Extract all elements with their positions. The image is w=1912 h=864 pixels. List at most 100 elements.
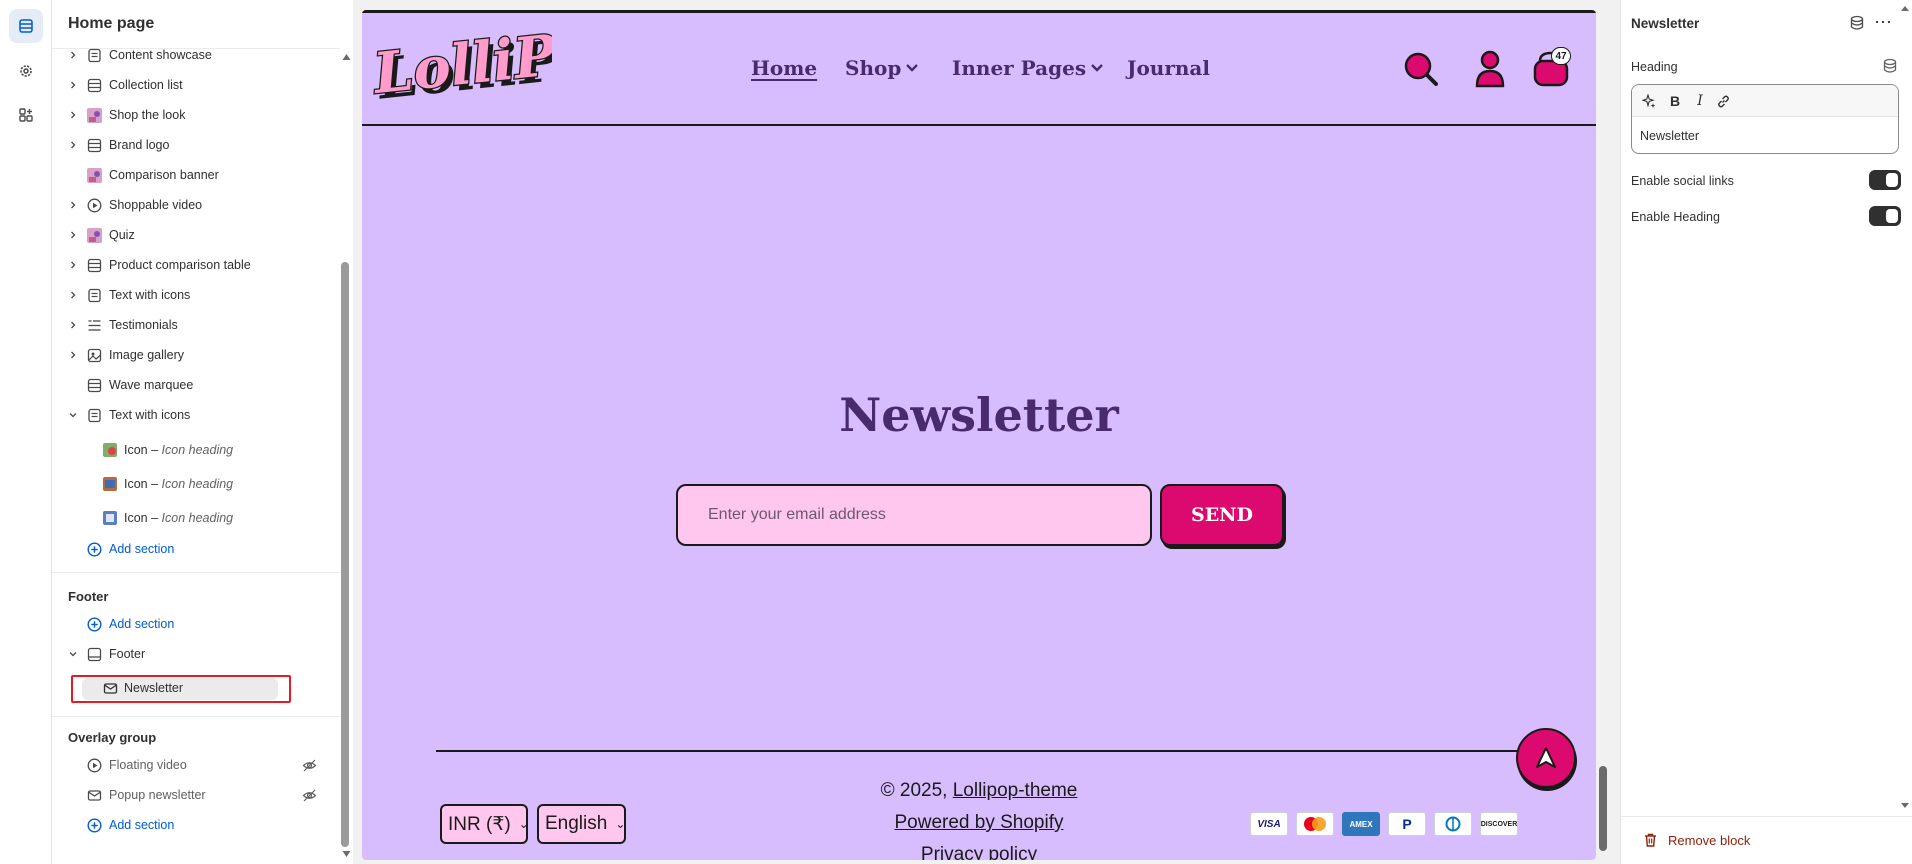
chevron-right-icon[interactable] bbox=[68, 260, 78, 270]
sidebar-section-row[interactable]: Comparison banner bbox=[52, 162, 340, 188]
chevron-right-icon[interactable] bbox=[68, 50, 78, 60]
chevron-right-icon[interactable] bbox=[68, 200, 78, 210]
store-preview: LolliPop LolliPop Home Shop Inner Pages … bbox=[362, 10, 1596, 860]
database-icon[interactable] bbox=[1850, 15, 1864, 36]
preview-canvas: LolliPop LolliPop Home Shop Inner Pages … bbox=[362, 10, 1596, 860]
remove-block-label: Remove block bbox=[1668, 832, 1751, 848]
overlay-item-popup-newsletter[interactable]: Popup newsletter bbox=[52, 782, 340, 808]
play-icon bbox=[86, 197, 102, 213]
sidebar-section-row[interactable]: Collection list bbox=[52, 72, 340, 98]
footer-section-row[interactable]: Footer bbox=[52, 641, 340, 667]
email-input[interactable] bbox=[676, 484, 1152, 546]
send-button[interactable]: SEND bbox=[1160, 484, 1284, 546]
sections-sidebar: Home page Content showcase Collection lis… bbox=[52, 0, 353, 864]
trash-icon bbox=[1645, 833, 1656, 847]
footer-icon bbox=[86, 646, 102, 662]
panel-title: Newsletter bbox=[1631, 16, 1700, 31]
sidebar-section-row[interactable]: Wave marquee bbox=[52, 372, 340, 398]
sidebar-section-row[interactable]: Brand logo bbox=[52, 132, 340, 158]
chevron-down-icon[interactable] bbox=[68, 649, 78, 659]
sidebar-section-label: Product comparison table bbox=[109, 258, 251, 272]
grid-icon bbox=[86, 377, 102, 393]
paypal-payment-icon: P bbox=[1388, 812, 1426, 836]
preview-scrollbar-thumb[interactable] bbox=[1599, 766, 1607, 851]
divider bbox=[52, 572, 340, 573]
block-settings-panel: Newsletter ⋯ Heading B I Newsletter Enab… bbox=[1620, 0, 1912, 864]
eye-hidden-icon[interactable] bbox=[301, 787, 317, 803]
add-section-link[interactable]: Add section bbox=[52, 812, 340, 838]
enable-heading-toggle[interactable] bbox=[1869, 206, 1901, 226]
sidebar-section-row[interactable]: Product comparison table bbox=[52, 252, 340, 278]
account-icon[interactable] bbox=[1474, 50, 1506, 93]
chevron-right-icon[interactable] bbox=[68, 350, 78, 360]
newsletter-block-row[interactable]: Newsletter bbox=[52, 675, 340, 701]
page-title: Home page bbox=[68, 15, 155, 32]
sidebar-section-row[interactable]: Shoppable video bbox=[52, 192, 340, 218]
nav-inner-pages[interactable]: Inner Pages bbox=[952, 56, 1104, 80]
currency-selector[interactable]: INR (₹) ⌄ bbox=[440, 804, 529, 844]
enable-social-links-toggle[interactable] bbox=[1869, 170, 1901, 190]
copyright-prefix: © 2025, bbox=[880, 780, 953, 801]
heading-value[interactable]: Newsletter bbox=[1640, 129, 1699, 143]
plus-circle-icon bbox=[86, 616, 102, 632]
sidebar-section-label: Brand logo bbox=[109, 138, 170, 152]
sidebar-section-row[interactable]: Quiz bbox=[52, 222, 340, 248]
gear-icon[interactable] bbox=[9, 54, 43, 88]
chevron-right-icon[interactable] bbox=[68, 80, 78, 90]
block-row[interactable]: Icon – Icon heading bbox=[52, 437, 340, 463]
overlay-item-floating-video[interactable]: Floating video bbox=[52, 752, 340, 778]
overlay-item-label: Floating video bbox=[109, 758, 187, 772]
store-link[interactable]: Lollipop-theme bbox=[953, 780, 1078, 801]
copyright: © 2025, Lollipop-theme bbox=[362, 780, 1596, 802]
sidebar-scrollbar-thumb[interactable] bbox=[341, 262, 349, 847]
store-logo[interactable]: LolliPop LolliPop bbox=[367, 13, 638, 119]
cart-count-badge: 47 bbox=[1551, 47, 1571, 65]
gallery-icon bbox=[86, 347, 102, 363]
apps-icon[interactable] bbox=[9, 98, 43, 132]
newsletter-block-label: Newsletter bbox=[124, 681, 184, 695]
chevron-down-icon[interactable] bbox=[68, 410, 78, 420]
add-section-link[interactable]: Add section bbox=[52, 536, 340, 562]
nav-shop[interactable]: Shop bbox=[845, 56, 919, 80]
sidebar-section-row[interactable]: Image gallery bbox=[52, 342, 340, 368]
list-icon bbox=[86, 317, 102, 333]
nav-inner-pages-label: Inner Pages bbox=[952, 56, 1087, 80]
nav-journal[interactable]: Journal bbox=[1127, 56, 1210, 80]
chevron-right-icon[interactable] bbox=[68, 320, 78, 330]
heading-rich-text-editor[interactable]: B I Newsletter bbox=[1631, 84, 1899, 154]
language-selector[interactable]: English ⌄ bbox=[537, 804, 626, 844]
italic-icon[interactable]: I bbox=[1691, 92, 1709, 110]
chevron-right-icon[interactable] bbox=[68, 230, 78, 240]
privacy-policy-link[interactable]: Privacy policy bbox=[362, 844, 1596, 860]
sparkle-icon[interactable] bbox=[1640, 92, 1658, 110]
link-icon[interactable] bbox=[1714, 92, 1732, 110]
sidebar-section-row[interactable]: Text with icons bbox=[52, 282, 340, 308]
diners-payment-icon bbox=[1434, 812, 1472, 836]
bold-icon[interactable]: B bbox=[1666, 92, 1684, 110]
heading-field-label: Heading bbox=[1631, 60, 1678, 74]
more-options-icon[interactable]: ⋯ bbox=[1874, 12, 1892, 33]
chevron-right-icon[interactable] bbox=[68, 110, 78, 120]
discover-payment-icon: DISCOVER bbox=[1480, 812, 1518, 836]
eye-hidden-icon[interactable] bbox=[301, 757, 317, 773]
sidebar-section-row[interactable]: Shop the look bbox=[52, 102, 340, 128]
sidebar-section-row[interactable]: Text with icons bbox=[52, 402, 340, 428]
sections-icon[interactable] bbox=[9, 9, 43, 43]
remove-block-button[interactable]: Remove block bbox=[1643, 832, 1750, 848]
scroll-to-top-button[interactable] bbox=[1516, 728, 1576, 788]
sidebar-section-row[interactable]: Content showcase bbox=[52, 42, 340, 68]
visa-payment-icon: VISA bbox=[1250, 812, 1288, 836]
chevron-right-icon[interactable] bbox=[68, 140, 78, 150]
chevron-right-icon[interactable] bbox=[68, 290, 78, 300]
image-thumb-icon bbox=[102, 442, 118, 458]
block-row[interactable]: Icon – Icon heading bbox=[52, 505, 340, 531]
arrow-up-icon bbox=[1536, 747, 1556, 768]
block-row[interactable]: Icon – Icon heading bbox=[52, 471, 340, 497]
overlay-group-title: Overlay group bbox=[68, 730, 157, 745]
add-section-link[interactable]: Add section bbox=[52, 611, 340, 637]
nav-home[interactable]: Home bbox=[751, 56, 817, 80]
search-icon[interactable] bbox=[1402, 50, 1440, 93]
dynamic-source-icon[interactable] bbox=[1883, 58, 1897, 79]
currency-value: INR (₹) bbox=[448, 813, 511, 835]
sidebar-section-row[interactable]: Testimonials bbox=[52, 312, 340, 338]
